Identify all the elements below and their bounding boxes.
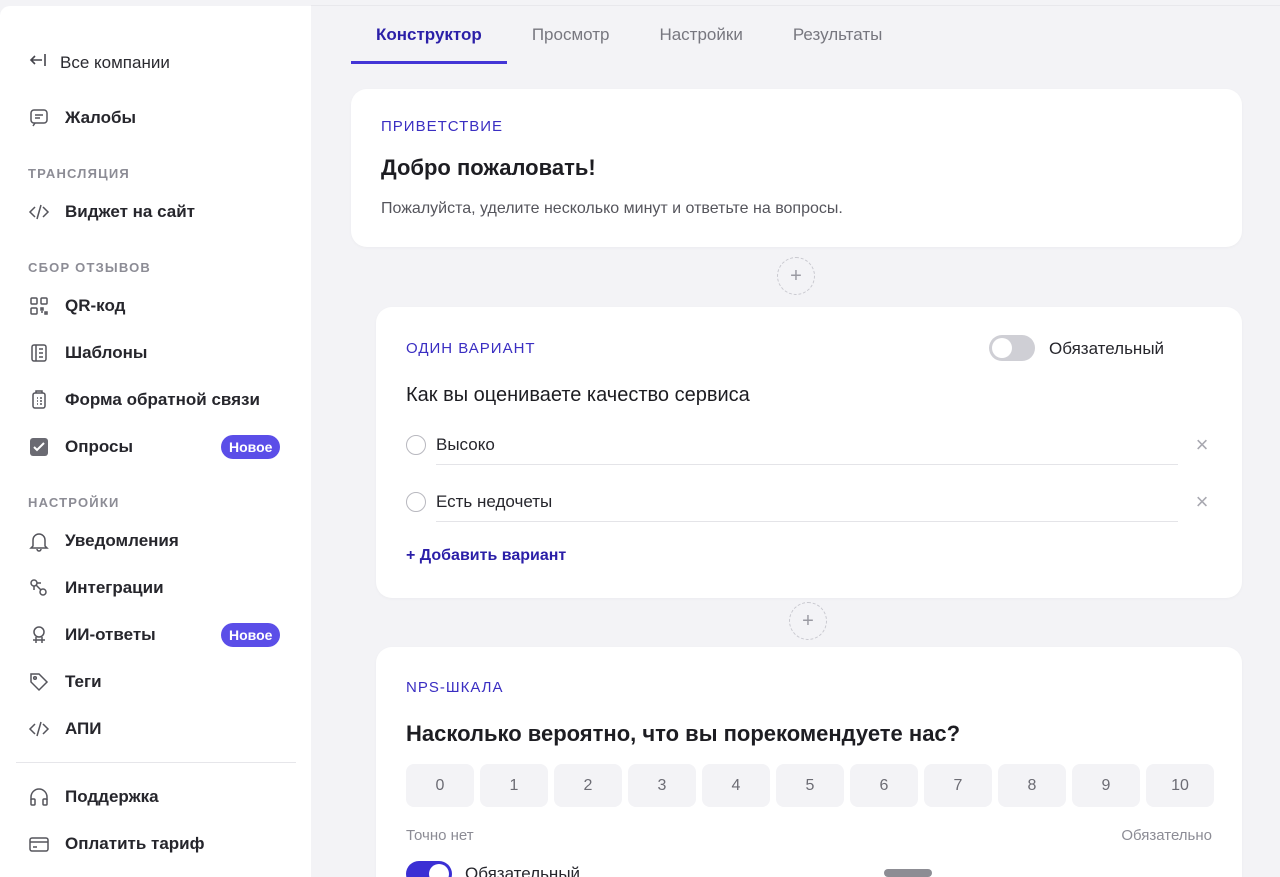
sidebar-item-ai-replies[interactable]: ИИ-ответы bbox=[28, 623, 156, 647]
sidebar-item-label: Теги bbox=[65, 672, 102, 691]
sidebar-item-integrations[interactable]: Интеграции bbox=[28, 576, 164, 600]
tab-preview[interactable]: Просмотр bbox=[507, 6, 635, 64]
nps-option[interactable]: 3 bbox=[628, 764, 696, 807]
radio-button[interactable] bbox=[406, 492, 426, 512]
back-label: Все компании bbox=[60, 52, 170, 72]
close-icon[interactable]: × bbox=[1192, 489, 1212, 515]
nps-card[interactable]: NPS-ШКАЛА Насколько вероятно, что вы пор… bbox=[376, 647, 1242, 877]
code-icon bbox=[28, 201, 50, 223]
option-row: Высоко × bbox=[406, 425, 1212, 465]
sidebar: Все компании Жалобы ТРАНСЛЯЦИЯ Виджет на… bbox=[0, 6, 311, 877]
headphones-icon bbox=[28, 786, 50, 808]
sidebar-item-label: Уведомления bbox=[65, 531, 179, 550]
nps-option[interactable]: 7 bbox=[924, 764, 992, 807]
back-to-companies-link[interactable]: Все компании bbox=[28, 50, 170, 75]
tab-results[interactable]: Результаты bbox=[768, 6, 908, 64]
sidebar-item-label: АПИ bbox=[65, 719, 102, 738]
single-choice-card[interactable]: ОДИН ВАРИАНТ Обязательный Как вы оценива… bbox=[376, 307, 1242, 598]
tab-bar: Конструктор Просмотр Настройки Результат… bbox=[351, 6, 907, 64]
plus-icon: + bbox=[802, 609, 814, 632]
tag-icon bbox=[28, 671, 50, 693]
welcome-title: Добро пожаловать! bbox=[381, 155, 596, 180]
arrow-left-icon bbox=[28, 50, 48, 75]
bell-icon bbox=[28, 530, 50, 552]
section-settings: НАСТРОЙКИ bbox=[28, 495, 120, 510]
integrations-icon bbox=[28, 577, 50, 599]
drag-handle[interactable] bbox=[884, 869, 932, 877]
new-badge: Новое bbox=[221, 435, 281, 459]
nps-option[interactable]: 5 bbox=[776, 764, 844, 807]
nps-scale: 0 1 2 3 4 5 6 7 8 9 10 bbox=[406, 764, 1214, 807]
document-icon bbox=[28, 342, 50, 364]
add-option-link[interactable]: + Добавить вариант bbox=[406, 547, 566, 565]
nps-option[interactable]: 0 bbox=[406, 764, 474, 807]
sidebar-item-label: Форма обратной связи bbox=[65, 390, 260, 409]
sidebar-item-label: Интеграции bbox=[65, 578, 164, 597]
card-type-label: ПРИВЕТСТВИЕ bbox=[381, 118, 504, 135]
section-reviews: СБОР ОТЗЫВОВ bbox=[28, 260, 152, 275]
sidebar-item-label: Оплатить тариф bbox=[65, 834, 205, 853]
option-text[interactable]: Есть недочеты bbox=[436, 482, 1178, 522]
sidebar-item-tags[interactable]: Теги bbox=[28, 670, 102, 694]
required-toggle[interactable] bbox=[989, 335, 1035, 361]
welcome-card[interactable]: ПРИВЕТСТВИЕ Добро пожаловать! Пожалуйста… bbox=[351, 89, 1242, 247]
sidebar-item-support[interactable]: Поддержка bbox=[28, 785, 159, 809]
nps-high-label: Обязательно bbox=[1121, 827, 1212, 844]
sidebar-item-notifications[interactable]: Уведомления bbox=[28, 529, 179, 553]
close-icon[interactable]: × bbox=[1192, 432, 1212, 458]
sidebar-divider bbox=[16, 762, 296, 763]
sidebar-item-pay[interactable]: Оплатить тариф bbox=[28, 832, 205, 856]
nps-option[interactable]: 6 bbox=[850, 764, 918, 807]
sidebar-item-label: Виджет на сайт bbox=[65, 202, 195, 221]
sidebar-item-label: Шаблоны bbox=[65, 343, 148, 362]
nps-option[interactable]: 9 bbox=[1072, 764, 1140, 807]
question-text[interactable]: Как вы оцениваете качество сервиса bbox=[406, 384, 750, 407]
nps-low-label: Точно нет bbox=[406, 827, 474, 844]
new-badge: Новое bbox=[221, 623, 281, 647]
option-row: Есть недочеты × bbox=[406, 482, 1212, 522]
option-text[interactable]: Высоко bbox=[436, 425, 1178, 465]
sidebar-item-label: QR-код bbox=[65, 296, 126, 315]
nps-option[interactable]: 8 bbox=[998, 764, 1066, 807]
question-text[interactable]: Насколько вероятно, что вы порекомендует… bbox=[406, 721, 960, 747]
add-block-button[interactable]: + bbox=[777, 257, 815, 295]
code-icon bbox=[28, 718, 50, 740]
sidebar-item-complaints[interactable]: Жалобы bbox=[28, 106, 136, 130]
required-toggle[interactable] bbox=[406, 861, 452, 877]
sidebar-item-label: Поддержка bbox=[65, 787, 159, 806]
tab-constructor[interactable]: Конструктор bbox=[351, 6, 507, 64]
sidebar-item-label: ИИ-ответы bbox=[65, 625, 156, 644]
robot-icon bbox=[28, 624, 50, 646]
sidebar-item-label: Жалобы bbox=[65, 108, 137, 127]
checkbox-icon bbox=[28, 436, 50, 458]
chat-icon bbox=[28, 107, 50, 129]
clipboard-icon bbox=[28, 389, 50, 411]
sidebar-item-api[interactable]: АПИ bbox=[28, 717, 102, 741]
sidebar-item-label: Опросы bbox=[65, 437, 134, 456]
required-label: Обязательный bbox=[1049, 339, 1165, 358]
nps-option[interactable]: 10 bbox=[1146, 764, 1214, 807]
radio-button[interactable] bbox=[406, 435, 426, 455]
required-label: Обязательный bbox=[465, 864, 581, 877]
nps-option[interactable]: 2 bbox=[554, 764, 622, 807]
sidebar-item-templates[interactable]: Шаблоны bbox=[28, 341, 147, 365]
card-type-label: ОДИН ВАРИАНТ bbox=[406, 340, 536, 357]
nps-option[interactable]: 1 bbox=[480, 764, 548, 807]
welcome-text: Пожалуйста, уделите несколько минут и от… bbox=[381, 200, 843, 217]
credit-card-icon bbox=[28, 833, 50, 855]
section-broadcast: ТРАНСЛЯЦИЯ bbox=[28, 166, 130, 181]
card-type-label: NPS-ШКАЛА bbox=[406, 679, 504, 696]
add-block-button[interactable]: + bbox=[789, 602, 827, 640]
sidebar-item-qr[interactable]: QR-код bbox=[28, 294, 125, 318]
plus-icon: + bbox=[790, 264, 802, 287]
sidebar-item-feedback-form[interactable]: Форма обратной связи bbox=[28, 388, 260, 412]
sidebar-item-widget[interactable]: Виджет на сайт bbox=[28, 200, 195, 224]
tab-settings[interactable]: Настройки bbox=[634, 6, 767, 64]
sidebar-item-surveys[interactable]: Опросы bbox=[28, 435, 133, 459]
qr-code-icon bbox=[28, 295, 50, 317]
nps-option[interactable]: 4 bbox=[702, 764, 770, 807]
